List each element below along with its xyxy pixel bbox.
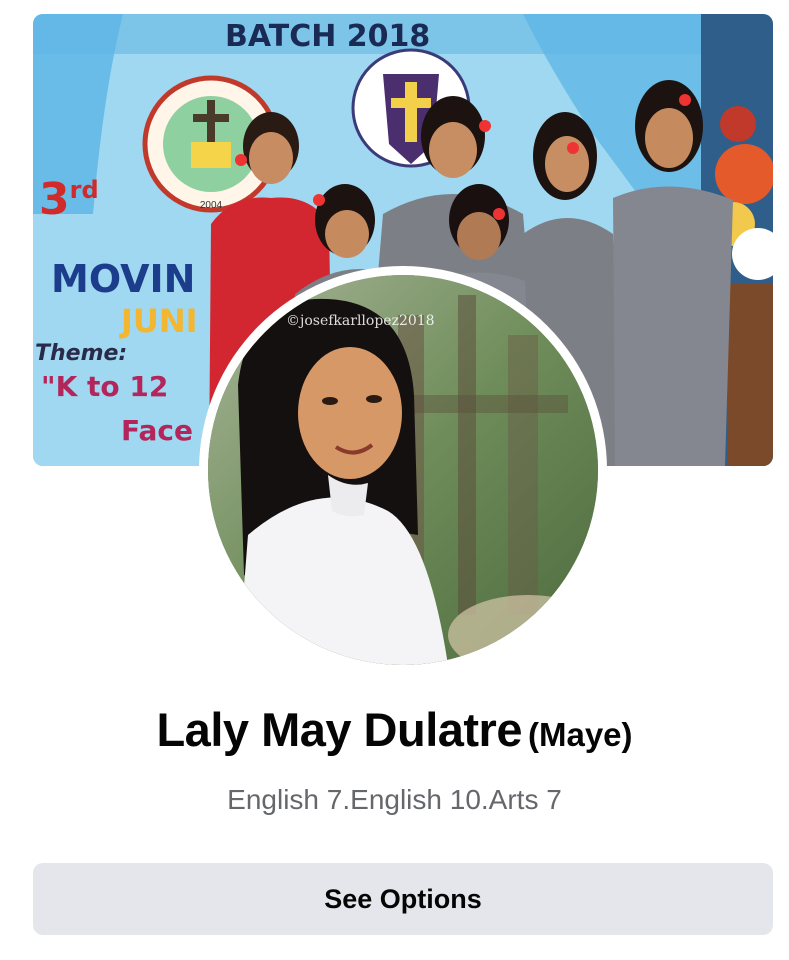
banner-theme-text: Theme: xyxy=(35,341,127,366)
profile-bio: English 7.English 10.Arts 7 xyxy=(227,784,562,815)
profile-name-row: Laly May Dulatre (Maye) xyxy=(0,702,789,757)
banner-k12-text: "K to 12 xyxy=(41,370,168,403)
svg-text:2004: 2004 xyxy=(200,200,223,211)
profile-nickname: (Maye) xyxy=(528,716,633,753)
profile-picture[interactable]: ©josefkarllopez2018 xyxy=(208,275,598,665)
profile-name: Laly May Dulatre xyxy=(156,703,522,756)
banner-face-text: Face xyxy=(121,414,193,447)
banner-batch-text: BATCH 2018 xyxy=(225,19,430,54)
banner-moving-text: MOVIN xyxy=(51,257,195,301)
photo-watermark: ©josefkarllopez2018 xyxy=(286,313,435,329)
see-options-button[interactable]: See Options xyxy=(33,863,773,935)
banner-junior-text: JUNI xyxy=(119,302,198,340)
profile-picture-image: ©josefkarllopez2018 xyxy=(208,275,598,665)
